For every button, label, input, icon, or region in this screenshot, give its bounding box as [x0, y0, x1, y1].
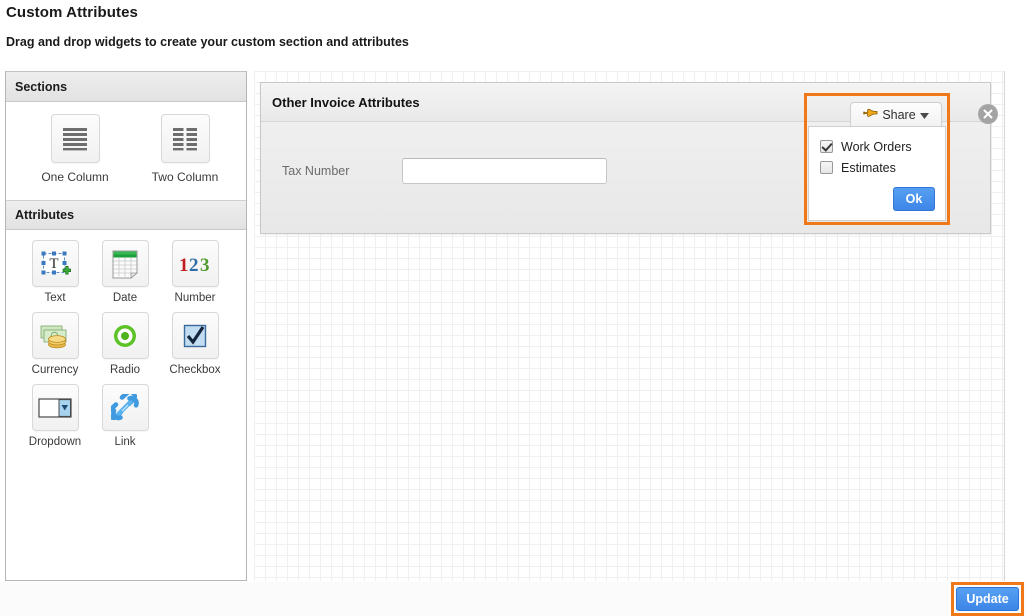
- attributes-widget-list: T Text Date 1 2 3 Number Currency Radio …: [6, 230, 246, 464]
- chevron-down-icon: [919, 108, 929, 122]
- share-option-work-orders[interactable]: Work Orders: [809, 136, 945, 157]
- form-canvas[interactable]: Other Invoice Attributes Tax Number Shar…: [254, 71, 1005, 581]
- page-subtitle: Drag and drop widgets to create your cus…: [6, 35, 409, 49]
- share-option-label: Estimates: [841, 160, 896, 175]
- widget-sidebar: Sections One Column Two Column Attribute…: [5, 71, 247, 581]
- attributes-widget-row: Dropdown Link: [6, 384, 246, 456]
- widget-label: Checkbox: [169, 364, 221, 376]
- currency-widget-icon: [39, 322, 71, 350]
- widget-date[interactable]: Date: [90, 240, 160, 304]
- widget-checkbox[interactable]: Checkbox: [160, 312, 230, 376]
- widget-label: One Column: [41, 170, 109, 184]
- radio-widget-tile[interactable]: [101, 312, 149, 359]
- widget-label: Text: [44, 292, 66, 304]
- widget-currency[interactable]: Currency: [20, 312, 90, 376]
- share-ok-button[interactable]: Ok: [893, 187, 935, 211]
- svg-text:T: T: [49, 256, 58, 272]
- one-column-icon: [62, 127, 88, 151]
- text-widget-tile[interactable]: T: [31, 240, 79, 287]
- sections-widget-list: One Column Two Column: [6, 102, 246, 200]
- date-widget-icon: [110, 249, 140, 279]
- checkbox-widget-icon: [182, 323, 208, 349]
- field-label: Tax Number: [282, 164, 350, 178]
- widget-two-column[interactable]: Two Column: [130, 114, 240, 184]
- attributes-panel-header: Attributes: [6, 200, 246, 230]
- widget-number[interactable]: 1 2 3 Number: [160, 240, 230, 304]
- svg-text:2: 2: [189, 255, 199, 276]
- page-footer: [0, 582, 1026, 616]
- sections-panel-header: Sections: [6, 72, 246, 102]
- estimates-checkbox[interactable]: [820, 161, 833, 174]
- close-icon[interactable]: [978, 104, 998, 124]
- widget-label: Radio: [109, 364, 141, 376]
- page-title: Custom Attributes: [6, 4, 138, 21]
- currency-widget-tile[interactable]: [31, 312, 79, 359]
- radio-widget-icon: [112, 323, 138, 349]
- update-button[interactable]: Update: [956, 587, 1019, 611]
- svg-text:3: 3: [200, 255, 210, 276]
- two-column-icon: [172, 127, 198, 151]
- widget-label: Link: [114, 436, 136, 448]
- date-widget-tile[interactable]: [101, 240, 149, 287]
- checkbox-widget-tile[interactable]: [171, 312, 219, 359]
- widget-label: Currency: [31, 364, 79, 376]
- share-dropdown-menu[interactable]: Work Orders Estimates Ok: [808, 126, 946, 221]
- pointing-hand-icon: [863, 107, 878, 122]
- share-control-highlight: Share Work Orders Estimates Ok: [804, 93, 950, 225]
- attributes-widget-row: Currency Radio Checkbox: [6, 312, 246, 384]
- custom-attributes-page: Custom Attributes Drag and drop widgets …: [0, 0, 1026, 616]
- sections-widget-row: One Column Two Column: [6, 114, 246, 192]
- widget-dropdown[interactable]: Dropdown: [20, 384, 90, 448]
- section-card-other-invoice-attributes[interactable]: Other Invoice Attributes Tax Number Shar…: [260, 82, 998, 234]
- tax-number-input[interactable]: [402, 158, 607, 184]
- dropdown-widget-icon: [38, 397, 72, 418]
- attributes-widget-row: T Text Date 1 2 3 Number: [6, 240, 246, 312]
- update-button-highlight: Update: [951, 582, 1024, 616]
- one-column-tile[interactable]: [50, 114, 100, 163]
- share-button[interactable]: Share: [850, 102, 942, 126]
- number-widget-icon: 1 2 3: [178, 252, 212, 276]
- widget-label: Date: [112, 292, 138, 304]
- share-button-label: Share: [882, 107, 916, 122]
- share-option-label: Work Orders: [841, 139, 912, 154]
- share-menu-actions: Ok: [809, 178, 945, 212]
- widget-text[interactable]: T Text: [20, 240, 90, 304]
- widget-link[interactable]: Link: [90, 384, 160, 448]
- share-option-estimates[interactable]: Estimates: [809, 157, 945, 178]
- section-title: Other Invoice Attributes: [272, 94, 420, 110]
- dropdown-widget-tile[interactable]: [31, 384, 79, 431]
- number-widget-tile[interactable]: 1 2 3: [171, 240, 219, 287]
- svg-text:1: 1: [179, 255, 189, 276]
- link-widget-tile[interactable]: [101, 384, 149, 431]
- work-orders-checkbox[interactable]: [820, 140, 833, 153]
- widget-label: Number: [174, 292, 216, 304]
- widget-radio[interactable]: Radio: [90, 312, 160, 376]
- widget-label: Two Column: [151, 170, 219, 184]
- attributes-panel-title: Attributes: [15, 208, 75, 222]
- link-widget-icon: [111, 393, 139, 422]
- sections-panel-title: Sections: [15, 79, 68, 94]
- two-column-tile[interactable]: [160, 114, 210, 163]
- widget-one-column[interactable]: One Column: [20, 114, 130, 184]
- text-widget-icon: T: [39, 249, 71, 279]
- field-row-tax-number: Tax Number: [282, 158, 607, 184]
- widget-label: Dropdown: [28, 436, 82, 448]
